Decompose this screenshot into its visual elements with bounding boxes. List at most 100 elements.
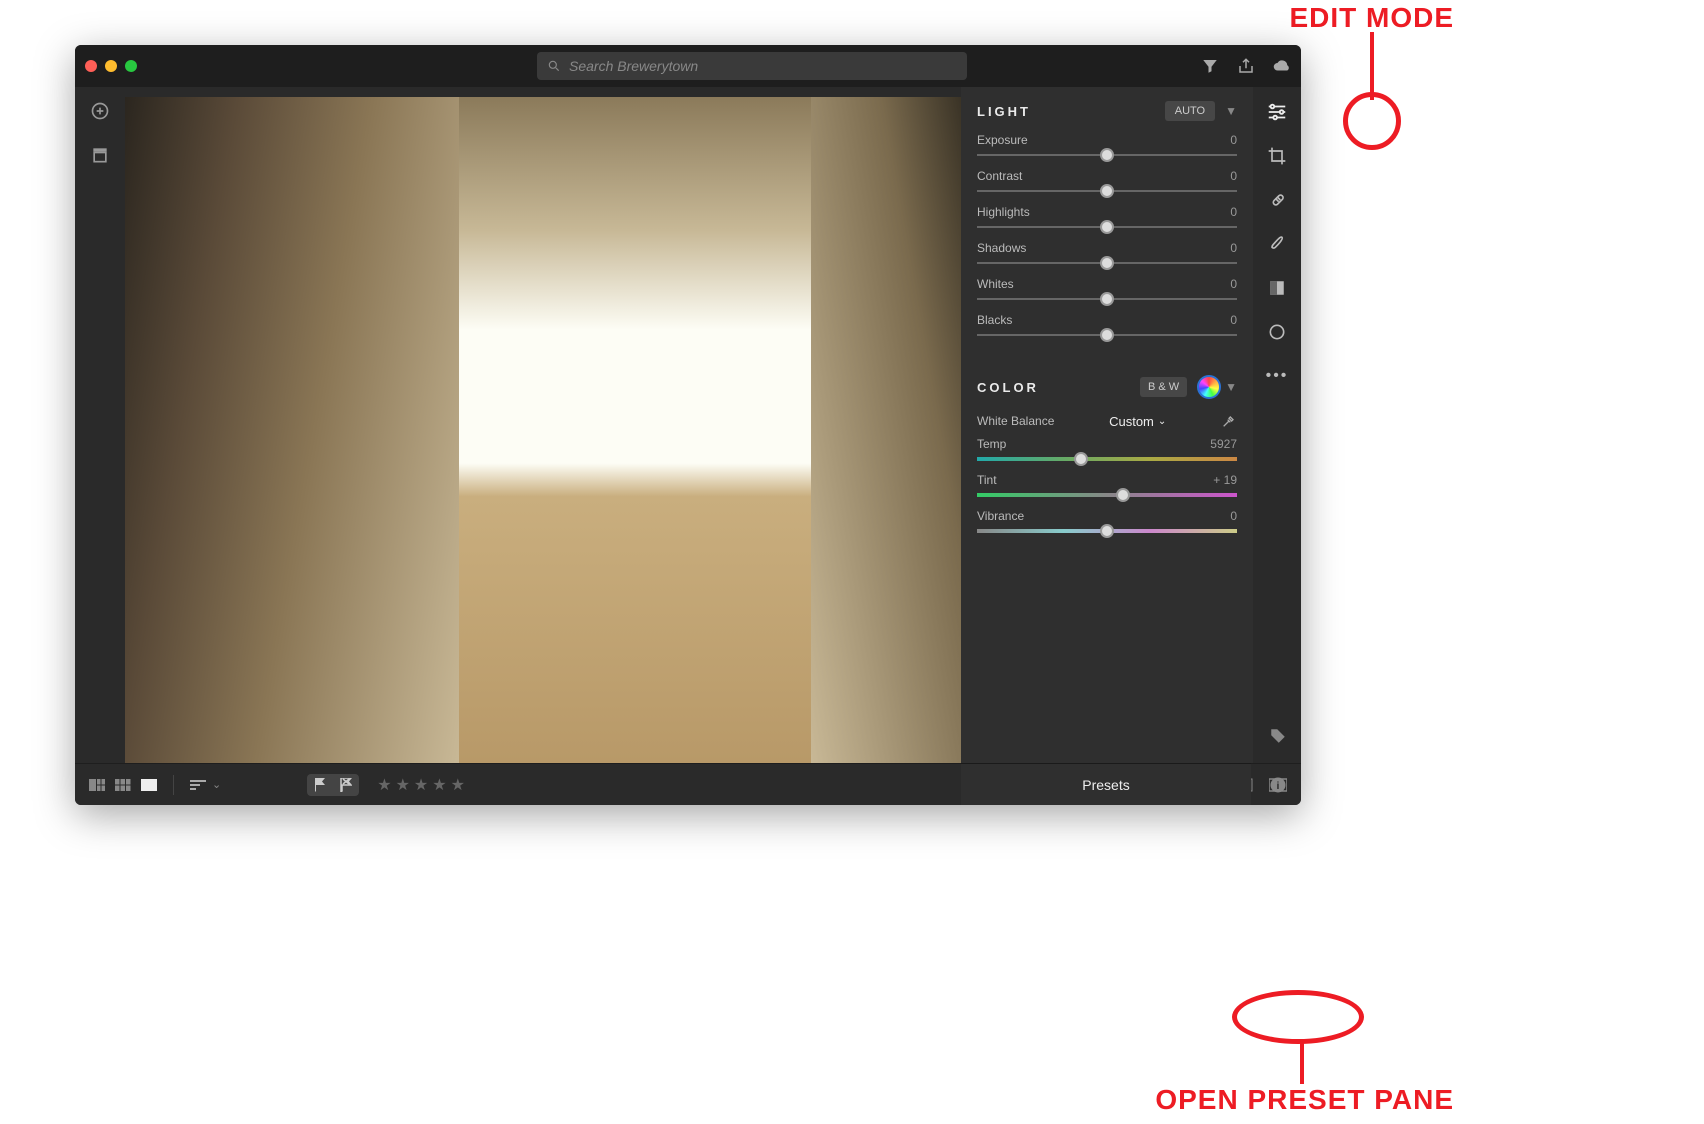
slider-value: 0	[1230, 133, 1237, 147]
slider-row: Temp 5927	[977, 437, 1237, 451]
titlebar: Search Brewerytown	[75, 45, 1301, 87]
photo-content	[125, 97, 961, 763]
search-input[interactable]: Search Brewerytown	[537, 52, 967, 80]
view-single-icon[interactable]	[141, 779, 157, 791]
slider-track[interactable]	[977, 489, 1237, 501]
slider-row: Vibrance 0	[977, 509, 1237, 523]
slider-track[interactable]	[977, 525, 1237, 537]
slider-row: Whites 0	[977, 277, 1237, 291]
flag-pick-icon[interactable]	[307, 774, 333, 796]
slider-track[interactable]	[977, 257, 1237, 269]
slider-row: Exposure 0	[977, 133, 1237, 147]
slider-value: 5927	[1210, 437, 1237, 451]
slider-track[interactable]	[977, 329, 1237, 341]
slider-label: Vibrance	[977, 509, 1024, 523]
top-icons	[1201, 57, 1291, 75]
brush-tool-icon[interactable]	[1266, 233, 1288, 255]
star-rating[interactable]: ★★★★★	[377, 775, 465, 795]
slider-value: + 19	[1213, 473, 1237, 487]
add-icon[interactable]	[90, 101, 110, 121]
linear-gradient-icon[interactable]	[1266, 277, 1288, 299]
app-body: LIGHT AUTO ▼ Exposure 0 Contrast 0 Highl…	[75, 87, 1301, 763]
slider-value: 0	[1230, 241, 1237, 255]
annotation-line-bottom	[1300, 1042, 1304, 1084]
star-icon[interactable]: ★	[396, 775, 410, 795]
slider-value: 0	[1230, 313, 1237, 327]
sort-chevron-icon: ⌄	[212, 778, 221, 791]
more-icon[interactable]: •••	[1266, 365, 1288, 387]
color-title: COLOR	[977, 380, 1039, 395]
slider-value: 0	[1230, 277, 1237, 291]
slider-row: Highlights 0	[977, 205, 1237, 219]
light-header[interactable]: LIGHT AUTO ▼	[977, 101, 1237, 121]
slider-value: 0	[1230, 205, 1237, 219]
color-collapse-icon[interactable]: ▼	[1225, 380, 1237, 394]
edit-tool-icon[interactable]	[1266, 101, 1288, 123]
archive-icon[interactable]	[90, 145, 110, 165]
slider-value: 0	[1230, 169, 1237, 183]
slider-label: Highlights	[977, 205, 1030, 219]
edit-panel: LIGHT AUTO ▼ Exposure 0 Contrast 0 Highl…	[961, 87, 1253, 763]
slider-label: Tint	[977, 473, 997, 487]
color-mixer-icon[interactable]	[1197, 375, 1221, 399]
slider-track[interactable]	[977, 293, 1237, 305]
photo-viewer[interactable]	[125, 97, 961, 763]
star-icon[interactable]: ★	[414, 775, 428, 795]
eyedropper-icon[interactable]	[1221, 413, 1237, 429]
view-grid-icon[interactable]	[115, 779, 131, 791]
slider-row: Blacks 0	[977, 313, 1237, 327]
star-icon[interactable]: ★	[432, 775, 446, 795]
left-rail	[75, 87, 125, 763]
slider-value: 0	[1230, 509, 1237, 523]
minimize-window-button[interactable]	[105, 60, 117, 72]
star-icon[interactable]: ★	[377, 775, 391, 795]
slider-label: Shadows	[977, 241, 1026, 255]
star-icon[interactable]: ★	[451, 775, 465, 795]
info-icon[interactable]: i	[1269, 776, 1287, 794]
bw-button[interactable]: B & W	[1140, 377, 1187, 397]
app-window: Search Brewerytown LIGHT AUTO ▼	[75, 45, 1301, 805]
crop-tool-icon[interactable]	[1266, 145, 1288, 167]
flag-reject-icon[interactable]	[333, 774, 359, 796]
radial-gradient-icon[interactable]	[1266, 321, 1288, 343]
divider	[173, 775, 174, 795]
annotation-line-top	[1370, 32, 1374, 100]
slider-label: Blacks	[977, 313, 1012, 327]
presets-button[interactable]: Presets	[961, 763, 1251, 805]
sort-icon	[190, 779, 206, 791]
auto-button[interactable]: AUTO	[1165, 101, 1215, 121]
right-tool-rail: •••	[1253, 87, 1301, 763]
slider-row: Shadows 0	[977, 241, 1237, 255]
share-icon[interactable]	[1237, 57, 1255, 75]
heal-tool-icon[interactable]	[1266, 189, 1288, 211]
light-title: LIGHT	[977, 104, 1031, 119]
slider-row: Tint + 19	[977, 473, 1237, 487]
wb-select[interactable]: Custom⌄	[1109, 414, 1166, 429]
svg-text:i: i	[1277, 780, 1280, 792]
slider-label: Contrast	[977, 169, 1022, 183]
close-window-button[interactable]	[85, 60, 97, 72]
window-controls	[85, 60, 137, 72]
annotation-edit-mode: EDIT MODE	[1289, 2, 1454, 34]
color-header[interactable]: COLOR B & W ▼	[977, 375, 1237, 399]
slider-track[interactable]	[977, 185, 1237, 197]
search-icon	[547, 59, 561, 73]
view-square-icon[interactable]	[89, 779, 105, 791]
wb-label: White Balance	[977, 414, 1054, 428]
tag-icon[interactable]	[1269, 727, 1287, 745]
annotation-circle-presets	[1232, 990, 1364, 1044]
search-placeholder: Search Brewerytown	[569, 58, 698, 74]
sort-control[interactable]: ⌄	[190, 778, 221, 791]
slider-track[interactable]	[977, 453, 1237, 465]
view-mode-group	[89, 779, 157, 791]
light-collapse-icon[interactable]: ▼	[1225, 104, 1237, 118]
slider-label: Whites	[977, 277, 1014, 291]
flag-group	[307, 774, 359, 796]
filter-icon[interactable]	[1201, 57, 1219, 75]
slider-track[interactable]	[977, 149, 1237, 161]
cloud-icon[interactable]	[1273, 57, 1291, 75]
slider-label: Temp	[977, 437, 1006, 451]
slider-track[interactable]	[977, 221, 1237, 233]
zoom-window-button[interactable]	[125, 60, 137, 72]
slider-label: Exposure	[977, 133, 1028, 147]
